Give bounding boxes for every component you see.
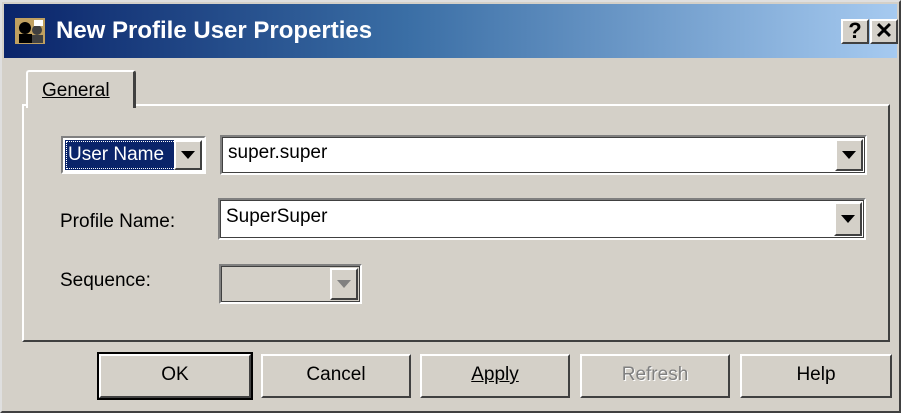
- profile-name-dropdown-button[interactable]: [834, 202, 862, 236]
- key-type-dropdown-button[interactable]: [174, 140, 202, 170]
- key-value-combo[interactable]: super.super: [220, 135, 867, 175]
- apply-button-label: Apply: [471, 364, 519, 385]
- refresh-button: Refresh: [580, 354, 730, 398]
- ok-button[interactable]: OK: [97, 352, 253, 400]
- tab-general-label: General: [42, 80, 110, 101]
- profile-name-value: SuperSuper: [226, 206, 328, 227]
- refresh-button-label: Refresh: [621, 364, 689, 385]
- chevron-down-icon: [337, 280, 351, 288]
- apply-button[interactable]: Apply: [420, 354, 570, 398]
- chevron-down-icon: [841, 215, 855, 223]
- dialog-window: New Profile User Properties ? ✕ General …: [0, 0, 901, 413]
- app-icon: [15, 18, 45, 44]
- title-bar[interactable]: New Profile User Properties ? ✕: [4, 4, 898, 58]
- window-title: New Profile User Properties: [56, 17, 373, 44]
- profile-name-combo[interactable]: SuperSuper: [218, 198, 866, 240]
- key-value-dropdown-button[interactable]: [835, 139, 863, 171]
- sequence-dropdown-button: [330, 268, 358, 300]
- key-value-text: super.super: [228, 142, 328, 163]
- profile-name-label: Profile Name:: [60, 211, 176, 232]
- sequence-combo: [219, 264, 362, 304]
- tab-general[interactable]: General: [26, 70, 136, 108]
- cancel-button[interactable]: Cancel: [261, 354, 411, 398]
- help-button[interactable]: Help: [740, 354, 892, 398]
- chevron-down-icon: [842, 151, 856, 159]
- key-type-value: User Name: [68, 144, 165, 165]
- chevron-down-icon: [181, 151, 195, 159]
- sequence-label: Sequence:: [60, 270, 151, 291]
- key-type-dropdown[interactable]: User Name: [61, 136, 206, 174]
- close-caption-button[interactable]: ✕: [870, 19, 898, 44]
- help-caption-button[interactable]: ?: [841, 19, 869, 44]
- key-type-selection: User Name: [65, 140, 177, 170]
